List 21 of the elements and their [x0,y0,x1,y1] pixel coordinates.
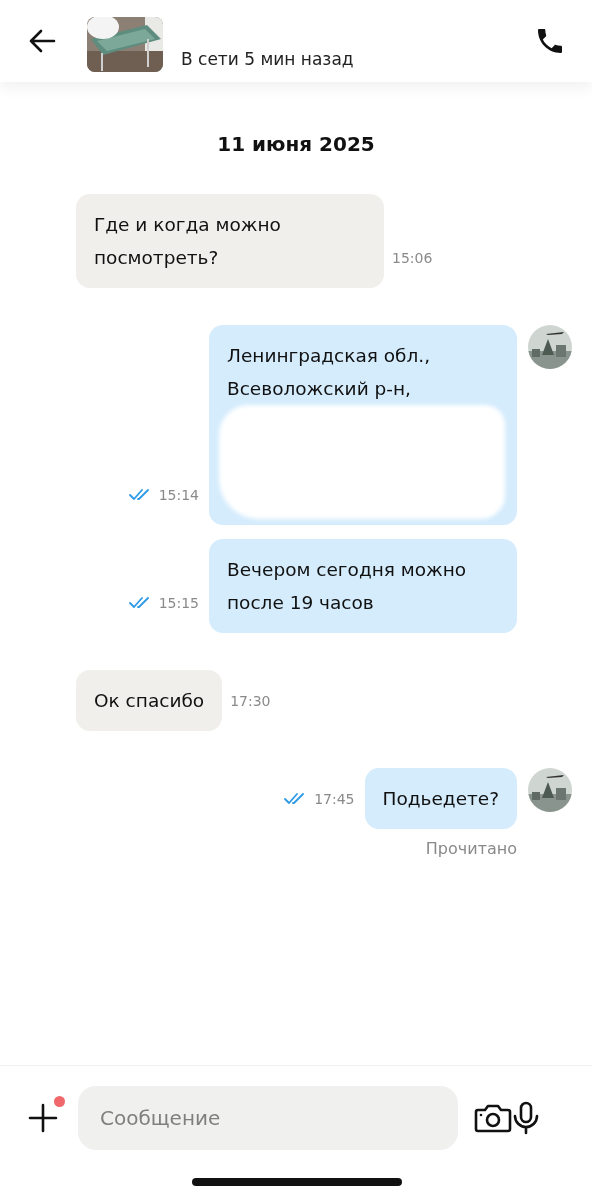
read-status: Прочитано [425,839,517,858]
message-time: 15:06 [392,250,433,266]
online-status: В сети 5 мин назад [181,49,354,69]
message-text: Подьедете? [382,788,499,809]
message-text: Ок спасибо [94,690,205,711]
message-text: Вечером сегодня можно после 19 часов [227,559,467,613]
back-arrow-icon [28,29,56,53]
microphone-icon [512,1101,540,1135]
microphone-button[interactable] [512,1101,540,1135]
camera-icon [474,1103,512,1133]
message-time: 15:15 [158,595,199,611]
message-text: Ленинградская обл., Всеволожский р-н, [227,345,431,399]
back-button[interactable] [28,29,56,53]
camera-button[interactable] [474,1103,512,1133]
date-separator: 11 июня 2025 [216,132,376,156]
message-time: 15:14 [158,487,199,503]
message-time: 17:45 [314,791,355,807]
plus-icon [28,1103,58,1133]
message-time: 17:30 [230,693,271,709]
message-text: Где и когда можно посмотреть? [94,214,281,268]
message-input[interactable]: Сообщение [78,1086,458,1150]
